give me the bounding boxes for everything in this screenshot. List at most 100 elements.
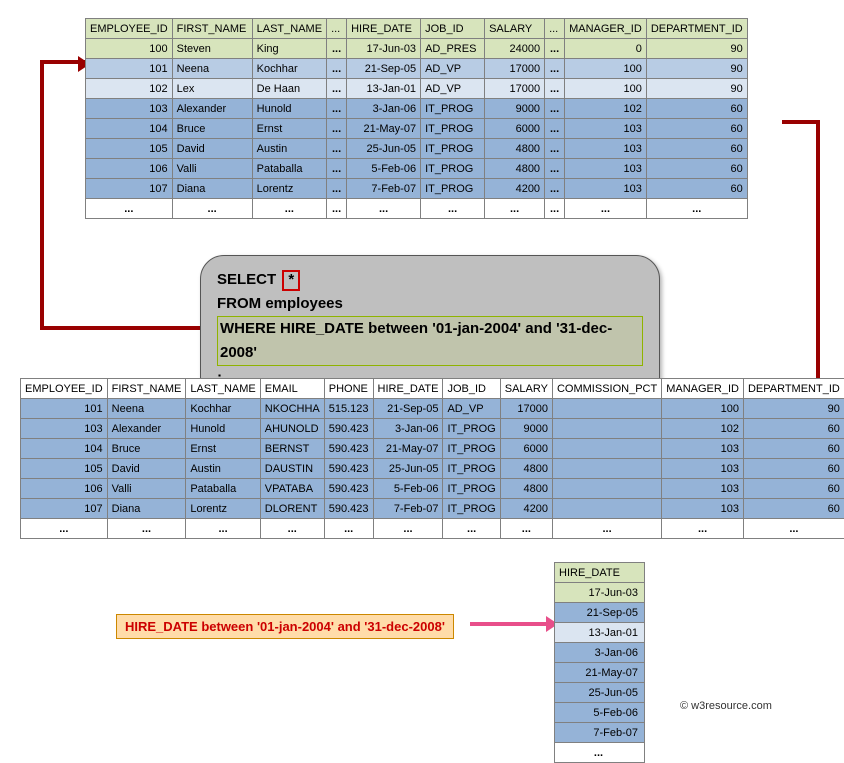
copyright-text: © w3resource.com	[680, 700, 772, 712]
cell: ...	[545, 199, 565, 219]
cell: 100	[565, 79, 647, 99]
cell: 5-Feb-06	[347, 159, 421, 179]
cell: 5-Feb-06	[373, 479, 443, 499]
cell: David	[172, 139, 252, 159]
cell: 21-Sep-05	[555, 603, 645, 623]
cell: 4800	[500, 459, 552, 479]
column-header: DEPARTMENT_ID	[743, 379, 844, 399]
cell: Neena	[107, 399, 186, 419]
cell: 515.123	[324, 399, 373, 419]
column-header: JOB_ID	[443, 379, 500, 399]
sql-select-line: SELECT *	[217, 268, 643, 292]
cell: 90	[646, 79, 747, 99]
cell: AD_PRES	[421, 39, 485, 59]
cell: 60	[743, 419, 844, 439]
table-row: 107DianaLorentz...7-Feb-07IT_PROG4200...…	[86, 179, 748, 199]
arrow-condition-to-table3	[470, 622, 550, 626]
cell: ...	[421, 199, 485, 219]
cell: Hunold	[252, 99, 326, 119]
cell: ...	[555, 743, 645, 763]
cell: 7-Feb-07	[347, 179, 421, 199]
table-row: 17-Jun-03	[555, 583, 645, 603]
table-row: ..............................	[86, 199, 748, 219]
arrow-table1-to-sql	[40, 60, 85, 330]
cell: Diana	[107, 499, 186, 519]
cell: ...	[347, 199, 421, 219]
cell: 0	[565, 39, 647, 59]
cell: ...	[485, 199, 545, 219]
cell: ...	[545, 99, 565, 119]
cell: 100	[86, 39, 173, 59]
cell	[552, 459, 661, 479]
sql-star-highlight: *	[282, 270, 300, 291]
cell: Diana	[172, 179, 252, 199]
column-header: MANAGER_ID	[565, 19, 647, 39]
cell: 13-Jan-01	[347, 79, 421, 99]
cell: 106	[86, 159, 173, 179]
column-header: FIRST_NAME	[107, 379, 186, 399]
cell: IT_PROG	[443, 419, 500, 439]
column-header: SALARY	[500, 379, 552, 399]
column-header: SALARY	[485, 19, 545, 39]
cell: 21-May-07	[373, 439, 443, 459]
employees-result-table: EMPLOYEE_IDFIRST_NAMELAST_NAMEEMAILPHONE…	[20, 378, 844, 539]
cell: ...	[186, 519, 260, 539]
cell	[552, 439, 661, 459]
cell: 4800	[500, 479, 552, 499]
cell: ...	[252, 199, 326, 219]
table-row: 3-Jan-06	[555, 643, 645, 663]
cell: 25-Jun-05	[555, 683, 645, 703]
table-row: 100StevenKing...17-Jun-03AD_PRES24000...…	[86, 39, 748, 59]
table-row: .................................	[21, 519, 844, 539]
cell: AD_VP	[421, 79, 485, 99]
cell: 101	[86, 59, 173, 79]
cell: ...	[545, 59, 565, 79]
cell: Pataballa	[252, 159, 326, 179]
cell: 4200	[500, 499, 552, 519]
cell: 4800	[485, 139, 545, 159]
cell: AD_VP	[443, 399, 500, 419]
table-row: 101NeenaKochharNKOCHHA515.12321-Sep-05AD…	[21, 399, 844, 419]
column-header: MANAGER_ID	[662, 379, 744, 399]
cell: 60	[646, 139, 747, 159]
cell: 3-Jan-06	[347, 99, 421, 119]
table-row: 7-Feb-07	[555, 723, 645, 743]
cell: ...	[545, 39, 565, 59]
cell: Bruce	[172, 119, 252, 139]
arrow-table1-to-sql-seg	[40, 326, 204, 330]
cell: Ernst	[252, 119, 326, 139]
table-row: 21-Sep-05	[555, 603, 645, 623]
cell: 6000	[500, 439, 552, 459]
cell: 9000	[485, 99, 545, 119]
table-row: ...	[555, 743, 645, 763]
cell: DAUSTIN	[260, 459, 324, 479]
cell: VPATABA	[260, 479, 324, 499]
cell: 103	[565, 139, 647, 159]
cell: 100	[662, 399, 744, 419]
cell: 60	[646, 179, 747, 199]
column-header: LAST_NAME	[186, 379, 260, 399]
cell: Valli	[107, 479, 186, 499]
cell: 590.423	[324, 439, 373, 459]
arrow-sql-to-table2-seg-b	[782, 120, 820, 124]
cell: ...	[743, 519, 844, 539]
cell: 17000	[485, 79, 545, 99]
table-row: 105DavidAustinDAUSTIN590.42325-Jun-05IT_…	[21, 459, 844, 479]
cell: 3-Jan-06	[373, 419, 443, 439]
cell: Valli	[172, 159, 252, 179]
cell: 4800	[485, 159, 545, 179]
cell: 17-Jun-03	[347, 39, 421, 59]
hire-date-column-table: HIRE_DATE 17-Jun-0321-Sep-0513-Jan-013-J…	[554, 562, 645, 763]
cell: BERNST	[260, 439, 324, 459]
cell: IT_PROG	[421, 139, 485, 159]
table-row: 104BruceErnstBERNST590.42321-May-07IT_PR…	[21, 439, 844, 459]
cell: 5-Feb-06	[555, 703, 645, 723]
cell: Alexander	[172, 99, 252, 119]
cell: ...	[545, 79, 565, 99]
cell: 6000	[485, 119, 545, 139]
cell: ...	[500, 519, 552, 539]
cell: 3-Jan-06	[555, 643, 645, 663]
cell: IT_PROG	[443, 499, 500, 519]
cell: Alexander	[107, 419, 186, 439]
cell: ...	[21, 519, 108, 539]
